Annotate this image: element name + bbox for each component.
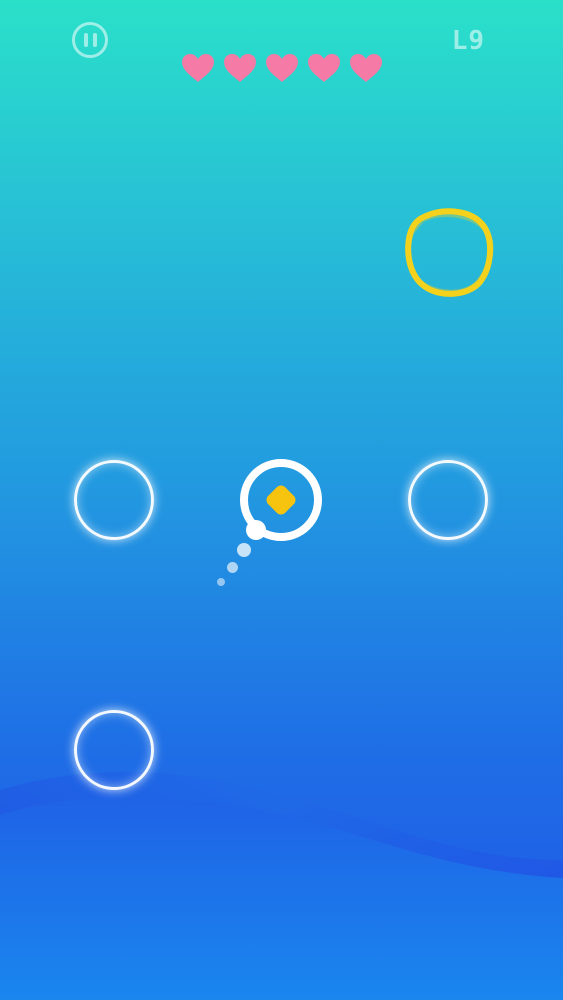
heart-icon <box>350 54 382 82</box>
trail-dot <box>246 520 266 540</box>
trail-dot <box>237 543 251 557</box>
pause-icon <box>83 33 88 47</box>
pause-button[interactable] <box>72 22 108 58</box>
heart-icon <box>182 54 214 82</box>
player-diamond-icon <box>266 485 296 515</box>
level-label: L9 <box>451 26 485 56</box>
heart-icon <box>224 54 256 82</box>
ring-left-middle[interactable] <box>74 460 154 540</box>
game-screen[interactable]: L9 <box>0 0 563 1000</box>
lives-indicator <box>180 52 384 84</box>
pause-icon-bar <box>92 33 97 47</box>
trail-dot <box>217 578 225 586</box>
trail-dot <box>227 562 238 573</box>
heart-icon <box>308 54 340 82</box>
ring-right-middle[interactable] <box>408 460 488 540</box>
target-blob-icon <box>405 208 494 297</box>
ring-left-bottom[interactable] <box>74 710 154 790</box>
heart-icon <box>266 54 298 82</box>
